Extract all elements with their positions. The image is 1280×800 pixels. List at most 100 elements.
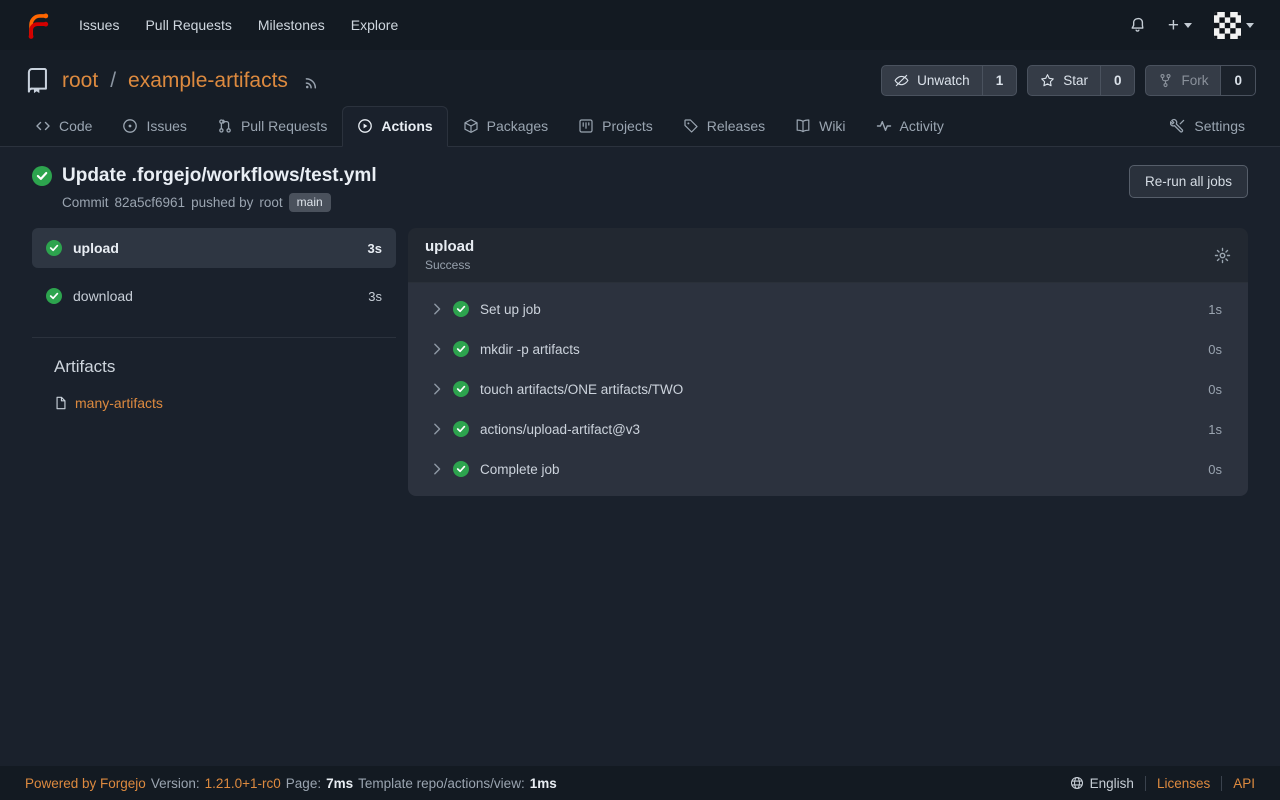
check-circle-icon	[453, 341, 469, 357]
repo-owner-link[interactable]: root	[62, 69, 98, 93]
star-label: Star	[1063, 73, 1088, 88]
step-row-touch[interactable]: touch artifacts/ONE artifacts/TWO 0s	[408, 369, 1248, 409]
star-icon	[1040, 73, 1055, 88]
chevron-right-icon	[432, 423, 442, 435]
api-link[interactable]: API	[1233, 776, 1255, 791]
forks-count[interactable]: 0	[1220, 66, 1255, 95]
tab-projects[interactable]: Projects	[563, 106, 668, 147]
tab-packages[interactable]: Packages	[448, 106, 563, 147]
chevron-right-icon	[432, 383, 442, 395]
footer-divider	[1221, 776, 1222, 791]
job-item-download[interactable]: download 3s	[32, 276, 396, 316]
step-duration: 1s	[1208, 302, 1222, 317]
navbar-right: +	[1129, 12, 1262, 39]
tab-pull-requests[interactable]: Pull Requests	[202, 106, 342, 147]
nav-link-explore[interactable]: Explore	[338, 9, 411, 41]
step-row-complete[interactable]: Complete job 0s	[408, 449, 1248, 489]
step-row-upload-artifact[interactable]: actions/upload-artifact@v3 1s	[408, 409, 1248, 449]
step-duration: 0s	[1208, 382, 1222, 397]
star-button-group: Star 0	[1027, 65, 1135, 96]
globe-icon	[1070, 776, 1084, 790]
repo-icon	[24, 67, 51, 94]
code-icon	[35, 118, 51, 134]
artifact-item: many-artifacts	[54, 395, 396, 411]
job-detail-header: upload Success	[408, 228, 1248, 283]
powered-by-link[interactable]: Powered by Forgejo	[25, 776, 146, 791]
artifact-download-link[interactable]: many-artifacts	[75, 395, 163, 411]
tab-actions[interactable]: Actions	[342, 106, 447, 147]
unwatch-button[interactable]: Unwatch	[882, 66, 982, 95]
step-row-mkdir[interactable]: mkdir -p artifacts 0s	[408, 329, 1248, 369]
repo-tabs: Code Issues Pull Requests	[0, 100, 1280, 147]
step-duration: 0s	[1208, 462, 1222, 477]
check-circle-icon	[32, 166, 52, 186]
check-circle-icon	[453, 381, 469, 397]
tab-issues[interactable]: Issues	[107, 106, 201, 147]
check-circle-icon	[453, 421, 469, 437]
step-row-setup[interactable]: Set up job 1s	[408, 289, 1248, 329]
branch-badge[interactable]: main	[289, 193, 331, 212]
step-label: actions/upload-artifact@v3	[480, 422, 640, 437]
fork-button[interactable]: Fork	[1146, 66, 1220, 95]
tab-activity[interactable]: Activity	[861, 106, 959, 147]
top-navbar: Issues Pull Requests Milestones Explore …	[0, 0, 1280, 50]
fork-button-group: Fork 0	[1145, 65, 1256, 96]
watchers-count[interactable]: 1	[982, 66, 1017, 95]
issue-circle-dot-icon	[122, 118, 138, 134]
repo-separator: /	[110, 69, 116, 93]
job-duration: 3s	[368, 241, 382, 256]
create-new-button[interactable]: +	[1168, 16, 1192, 35]
tab-code[interactable]: Code	[20, 106, 107, 147]
chevron-right-icon	[432, 463, 442, 475]
nav-link-milestones[interactable]: Milestones	[245, 9, 338, 41]
rerun-all-jobs-button[interactable]: Re-run all jobs	[1129, 165, 1248, 198]
rss-icon[interactable]	[303, 74, 320, 91]
caret-down-icon	[1246, 23, 1254, 28]
sidebar-divider	[32, 337, 396, 338]
tab-wiki[interactable]: Wiki	[780, 106, 860, 147]
package-icon	[463, 118, 479, 134]
version-value[interactable]: 1.21.0+1-rc0	[205, 776, 281, 791]
forgejo-logo-icon[interactable]	[22, 10, 52, 40]
repo-name-link[interactable]: example-artifacts	[128, 69, 288, 93]
star-button[interactable]: Star	[1028, 66, 1100, 95]
notifications-button[interactable]	[1129, 17, 1146, 34]
book-open-icon	[795, 118, 811, 134]
tools-icon	[1170, 118, 1186, 134]
licenses-link[interactable]: Licenses	[1157, 776, 1210, 791]
repo-title: root / example-artifacts	[24, 67, 320, 94]
user-menu-button[interactable]	[1214, 12, 1254, 39]
job-steps-list: Set up job 1s mkdir -p artifacts 0s	[408, 283, 1248, 496]
bell-icon	[1129, 17, 1146, 34]
fork-label: Fork	[1181, 73, 1208, 88]
run-title: Update .forgejo/workflows/test.yml	[62, 165, 377, 187]
unwatch-button-group: Unwatch 1	[881, 65, 1017, 96]
tab-settings[interactable]: Settings	[1155, 106, 1260, 147]
job-detail-title: upload	[425, 238, 474, 255]
run-title-row: Update .forgejo/workflows/test.yml	[32, 165, 377, 187]
commit-sha: 82a5cf6961	[115, 195, 186, 210]
job-name: upload	[73, 240, 119, 256]
artifacts-heading: Artifacts	[54, 357, 396, 377]
chevron-right-icon	[432, 343, 442, 355]
stars-count[interactable]: 0	[1100, 66, 1135, 95]
nav-link-pull-requests[interactable]: Pull Requests	[132, 9, 244, 41]
repo-actions: Unwatch 1 Star 0	[881, 65, 1256, 96]
page-time-label: Page:	[286, 776, 321, 791]
page-time-value: 7ms	[326, 776, 353, 791]
job-name: download	[73, 288, 133, 304]
job-detail-panel: upload Success	[408, 228, 1248, 496]
language-menu[interactable]: English	[1070, 776, 1134, 791]
job-item-upload[interactable]: upload 3s	[32, 228, 396, 268]
chevron-right-icon	[432, 303, 442, 315]
caret-down-icon	[1184, 23, 1192, 28]
gear-icon[interactable]	[1214, 247, 1231, 264]
check-circle-icon	[453, 301, 469, 317]
nav-link-issues[interactable]: Issues	[66, 9, 132, 41]
tab-releases[interactable]: Releases	[668, 106, 780, 147]
job-duration: 3s	[368, 289, 382, 304]
commit-author: root	[259, 195, 282, 210]
job-status: Success	[425, 258, 474, 272]
actions-play-icon	[357, 118, 373, 134]
step-duration: 1s	[1208, 422, 1222, 437]
